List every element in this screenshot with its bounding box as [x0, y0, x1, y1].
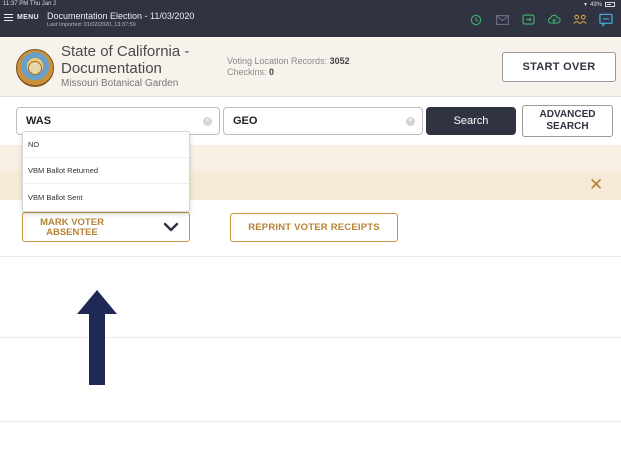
advanced-search-line2: SEARCH: [546, 121, 589, 132]
records-row: Voting Location Records: 3052: [227, 56, 350, 67]
checkins-row: Checkins: 0: [227, 67, 350, 78]
advanced-search-button[interactable]: ADVANCED SEARCH: [522, 105, 613, 137]
first-name-field[interactable]: ✕: [223, 107, 423, 135]
battery-icon: [605, 2, 615, 7]
dropdown-option[interactable]: VBM Ballot Returned: [23, 158, 189, 184]
divider: [0, 256, 621, 257]
status-time: 11:37 PM Thu Jan 2: [3, 1, 57, 7]
close-icon[interactable]: ✕: [589, 176, 603, 193]
organization-info: State of California - Documentation Miss…: [61, 43, 189, 89]
absentee-status-dropdown: NO VBM Ballot Returned VBM Ballot Sent: [22, 131, 190, 212]
battery-percent: 49%: [589, 1, 602, 8]
state-seal-logo: [16, 49, 54, 87]
mark-absentee-label: MARK VOTER ABSENTEE: [32, 218, 112, 238]
status-right: ▾ 49%: [584, 1, 615, 8]
menu-label: MENU: [17, 14, 39, 21]
divider: [0, 421, 621, 422]
location-stats: Voting Location Records: 3052 Checkins: …: [227, 56, 350, 78]
users-icon[interactable]: [573, 13, 587, 26]
clear-icon[interactable]: ✕: [406, 117, 415, 126]
mark-absentee-line2: ABSENTEE: [46, 227, 98, 238]
cloud-upload-icon[interactable]: [547, 13, 561, 26]
wifi-icon: ▾: [583, 2, 587, 8]
menu-button[interactable]: MENU: [4, 14, 39, 21]
up-arrow-icon: [77, 290, 117, 385]
chevron-down-icon: [163, 220, 179, 238]
dropdown-option[interactable]: NO: [23, 132, 189, 158]
top-icons: [469, 13, 613, 27]
advanced-search-line1: ADVANCED: [539, 109, 596, 120]
records-value: 3052: [329, 56, 350, 66]
dropdown-option[interactable]: VBM Ballot Sent: [23, 184, 189, 210]
mail-icon[interactable]: [495, 13, 509, 26]
checkins-value: 0: [269, 67, 275, 77]
search-button[interactable]: Search: [426, 107, 516, 135]
history-icon[interactable]: [469, 13, 483, 26]
election-info: Documentation Election - 11/03/2020 Last…: [47, 11, 194, 28]
org-name-line1: State of California -: [61, 43, 190, 60]
records-label: Voting Location Records:: [227, 56, 328, 66]
mark-voter-absentee-select[interactable]: MARK VOTER ABSENTEE: [22, 212, 190, 242]
start-over-button[interactable]: START OVER: [502, 52, 616, 82]
first-name-input[interactable]: [224, 108, 422, 134]
checkins-label: Checkins:: [227, 67, 267, 77]
clear-icon[interactable]: ✕: [203, 117, 212, 126]
last-imported: Last Imported: 01/02/2020, 13:37:59: [47, 22, 136, 28]
reprint-voter-receipts-button[interactable]: REPRINT VOTER RECEIPTS: [230, 213, 398, 242]
election-title: Documentation Election - 11/03/2020: [47, 11, 195, 21]
hamburger-icon: [4, 14, 13, 21]
org-name-line2: Documentation: [61, 60, 162, 77]
chat-icon[interactable]: [599, 13, 613, 27]
sync-icon[interactable]: [521, 13, 535, 26]
top-bar: 11:37 PM Thu Jan 2 ▾ 49% MENU Documentat…: [0, 0, 621, 37]
voting-location: Missouri Botanical Garden: [61, 78, 179, 89]
location-header: State of California - Documentation Miss…: [0, 37, 621, 97]
